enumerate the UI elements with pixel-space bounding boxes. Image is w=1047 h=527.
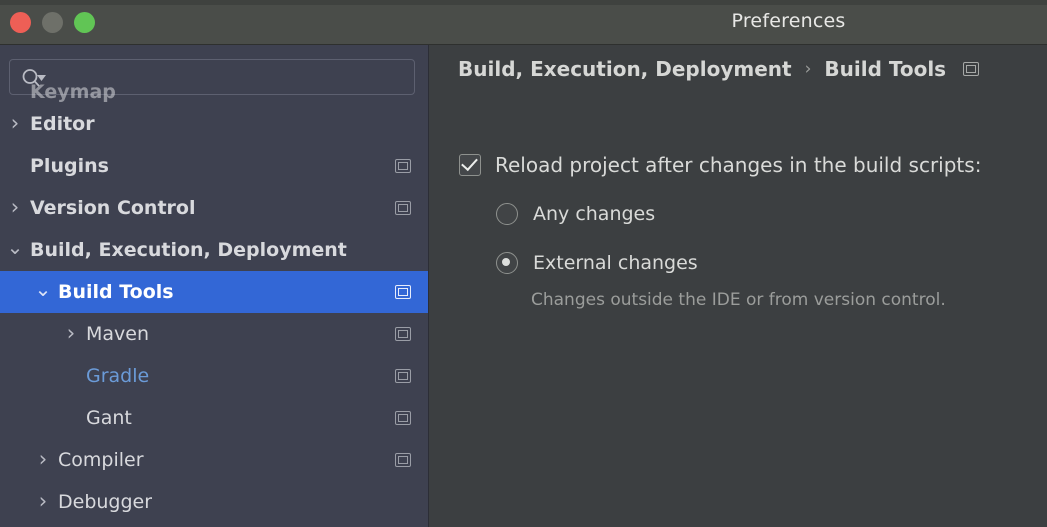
sidebar-item-label: Debugger <box>58 491 152 513</box>
window-title: Preferences <box>0 10 1047 32</box>
radio-option-external-changes[interactable]: External changes <box>496 252 698 274</box>
sidebar-item-label: Build, Execution, Deployment <box>30 239 347 261</box>
sidebar-item-label: Plugins <box>30 155 109 177</box>
sidebar-item-debugger[interactable]: › Debugger <box>0 481 429 523</box>
breadcrumb-current: Build Tools <box>824 57 946 81</box>
settings-sidebar: Keymap › Editor Plugins › Version Control ⌄ Bui… <box>0 45 429 527</box>
project-scope-icon[interactable] <box>963 62 979 76</box>
sidebar-item-label: Version Control <box>30 197 195 219</box>
reload-project-label: Reload project after changes in the buil… <box>495 153 981 177</box>
sidebar-item-gradle[interactable]: Gradle <box>0 355 429 397</box>
chevron-right-icon[interactable]: › <box>34 449 52 470</box>
chevron-down-icon[interactable]: ⌄ <box>6 237 24 257</box>
breadcrumb-root[interactable]: Build, Execution, Deployment <box>458 57 792 81</box>
project-scope-icon[interactable] <box>395 159 411 173</box>
project-scope-icon[interactable] <box>395 285 411 299</box>
sidebar-item-plugins[interactable]: Plugins <box>0 145 429 187</box>
reload-project-row[interactable]: Reload project after changes in the buil… <box>459 153 981 177</box>
sidebar-item-compiler[interactable]: › Compiler <box>0 439 429 481</box>
chevron-right-icon[interactable]: › <box>62 323 80 344</box>
sidebar-item-build-tools[interactable]: ⌄ Build Tools <box>0 271 429 313</box>
chevron-right-icon[interactable]: › <box>6 197 24 218</box>
radio-selected-dot-icon <box>502 258 510 266</box>
sidebar-item-maven[interactable]: › Maven <box>0 313 429 355</box>
settings-detail-panel: Build, Execution, Deployment › Build Too… <box>430 45 1047 527</box>
reload-project-checkbox[interactable] <box>459 154 481 176</box>
radio-external-changes[interactable] <box>496 252 518 274</box>
project-scope-icon[interactable] <box>395 201 411 215</box>
sidebar-item-label: Build Tools <box>58 281 174 303</box>
sidebar-item-build-execution-deployment[interactable]: ⌄ Build, Execution, Deployment <box>0 229 429 271</box>
sidebar-item-label: Compiler <box>58 449 144 471</box>
title-bar: Preferences <box>0 0 1047 45</box>
chevron-down-icon[interactable]: ⌄ <box>34 279 52 299</box>
sidebar-item-editor[interactable]: › Editor <box>0 103 429 145</box>
radio-any-changes-label: Any changes <box>533 203 655 225</box>
sidebar-item-label: Editor <box>30 113 95 135</box>
title-bar-top-strip <box>0 0 1047 5</box>
breadcrumb: Build, Execution, Deployment › Build Too… <box>458 57 979 81</box>
sidebar-item-version-control[interactable]: › Version Control <box>0 187 429 229</box>
sidebar-item-label: Gradle <box>86 365 149 387</box>
project-scope-icon[interactable] <box>395 369 411 383</box>
radio-external-changes-label: External changes <box>533 252 698 274</box>
settings-tree: Keymap›EditorPlugins›Version Control⌄Bui… <box>0 101 429 523</box>
sidebar-item-gant[interactable]: Gant <box>0 397 429 439</box>
checkmark-icon <box>461 154 478 171</box>
external-changes-hint: Changes outside the IDE or from version … <box>531 290 946 310</box>
radio-any-changes[interactable] <box>496 203 518 225</box>
sidebar-item-label: Gant <box>86 407 132 429</box>
project-scope-icon[interactable] <box>395 411 411 425</box>
sidebar-item-keymap[interactable]: Keymap <box>0 81 429 103</box>
project-scope-icon[interactable] <box>395 327 411 341</box>
chevron-right-icon[interactable]: › <box>6 113 24 134</box>
project-scope-icon[interactable] <box>395 453 411 467</box>
chevron-right-icon[interactable]: › <box>34 491 52 512</box>
breadcrumb-separator-icon: › <box>805 59 812 79</box>
sidebar-item-label: Keymap <box>30 81 116 103</box>
sidebar-item-label: Maven <box>86 323 149 345</box>
radio-option-any-changes[interactable]: Any changes <box>496 203 655 225</box>
preferences-window: Preferences Keymap › Editor Plugins › Version… <box>0 0 1047 527</box>
